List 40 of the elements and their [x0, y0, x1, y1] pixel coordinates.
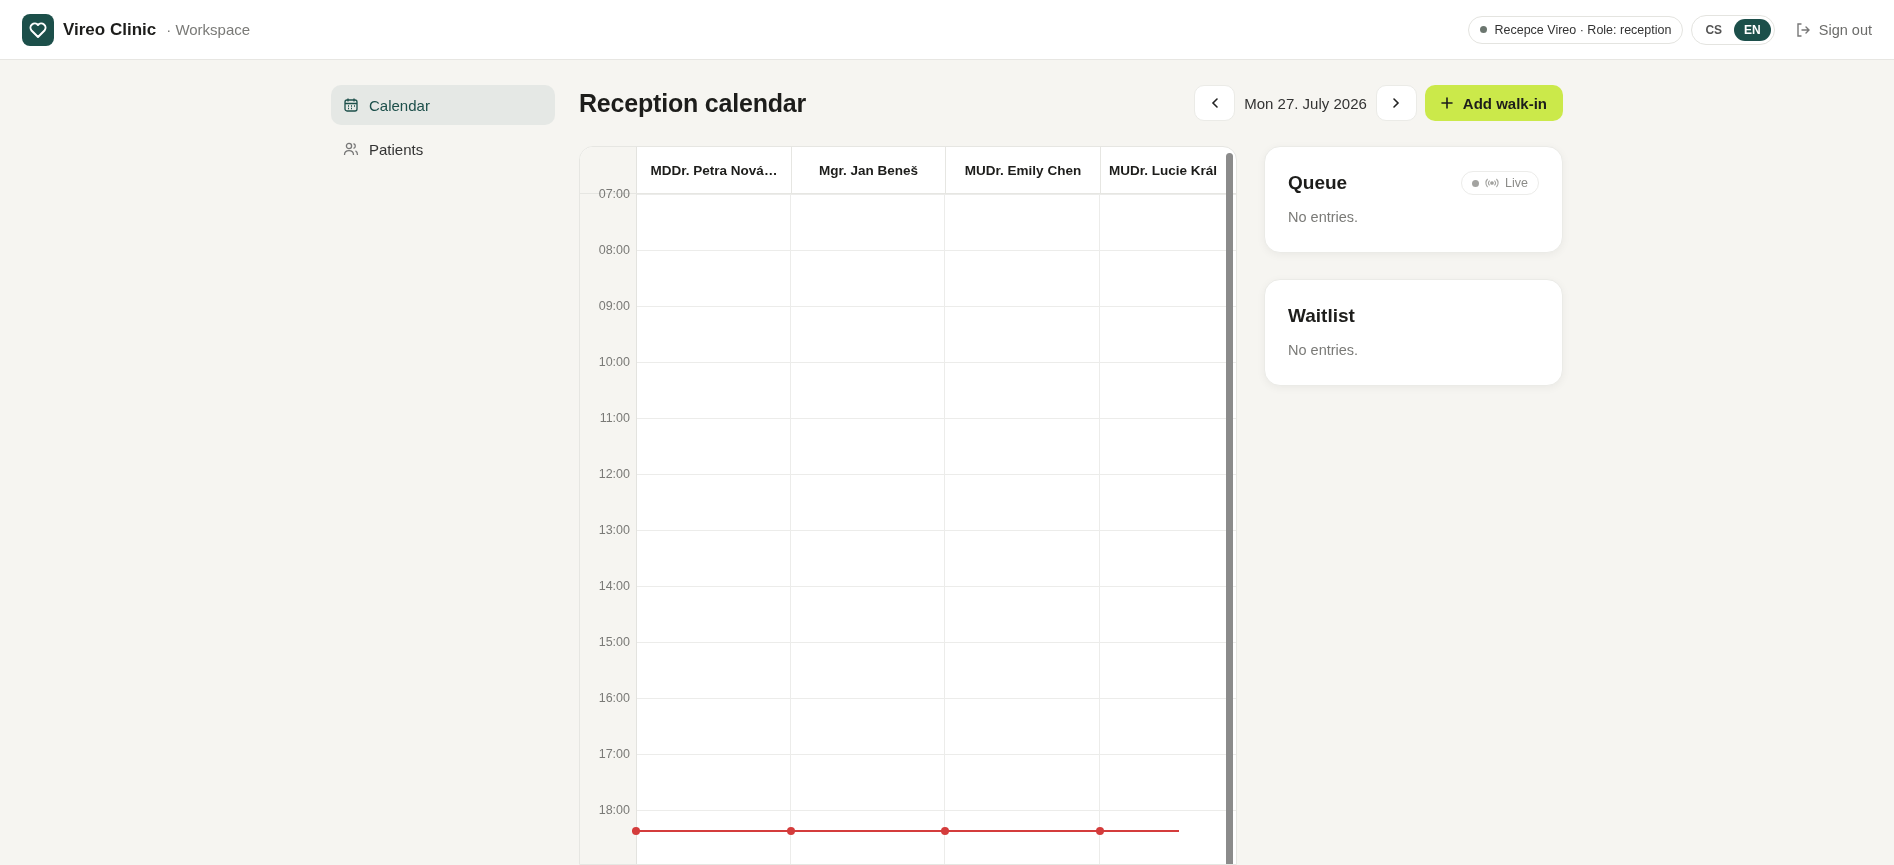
next-day-button[interactable] — [1375, 85, 1417, 121]
hour-label: 12:00 — [598, 466, 630, 482]
column-header: MUDr. Emily Chen — [946, 147, 1101, 193]
empty-message: No entries. — [1288, 342, 1360, 358]
sidebar-item[interactable]: Patients — [331, 129, 555, 169]
sign-out-icon — [1794, 21, 1811, 38]
chevron-right-icon — [1391, 97, 1402, 109]
column-header: Mgr. Jan Beneš — [792, 147, 946, 193]
card-title: Queue — [1288, 171, 1348, 195]
add-walk-in-button[interactable]: Add walk-in — [1424, 85, 1563, 121]
card-title: Waitlist — [1288, 304, 1355, 328]
hour-label: 10:00 — [598, 354, 630, 370]
brand-name: Vireo Clinic — [63, 19, 157, 40]
hour-label: 14:00 — [598, 578, 630, 594]
page-title: Reception calendar — [579, 88, 808, 118]
hour-label: 13:00 — [598, 522, 630, 538]
language-option[interactable]: CS — [1695, 18, 1733, 41]
scrollbar-thumb[interactable] — [1226, 153, 1233, 864]
chevron-left-icon — [1209, 97, 1220, 109]
hour-label: 07:00 — [598, 186, 630, 202]
current-date: Mon 27. July 2026 — [1244, 94, 1367, 112]
hour-label: 17:00 — [598, 746, 630, 762]
hour-label: 18:00 — [598, 802, 630, 818]
calendar-icon — [343, 97, 359, 113]
hour-label: 11:00 — [599, 410, 630, 426]
hour-label: 09:00 — [598, 298, 630, 314]
heart-logo-icon — [22, 13, 54, 46]
previous-day-button[interactable] — [1194, 85, 1236, 121]
hour-label: 16:00 — [598, 690, 630, 706]
workspace-label: · Workspace — [166, 21, 251, 38]
plus-icon — [1440, 97, 1453, 109]
sidebar-item[interactable]: Calendar — [331, 85, 555, 125]
people-icon — [343, 141, 359, 157]
sign-out-button[interactable]: Sign out — [1794, 21, 1872, 38]
hour-label: 15:00 — [598, 634, 630, 650]
column-header: MUDr. Lucie Král — [1108, 161, 1219, 180]
empty-message: No entries. — [1288, 209, 1360, 225]
language-option[interactable]: EN — [1734, 18, 1771, 41]
hour-label: 08:00 — [598, 242, 630, 258]
column-header: MDDr. Petra Nová… — [637, 147, 792, 193]
